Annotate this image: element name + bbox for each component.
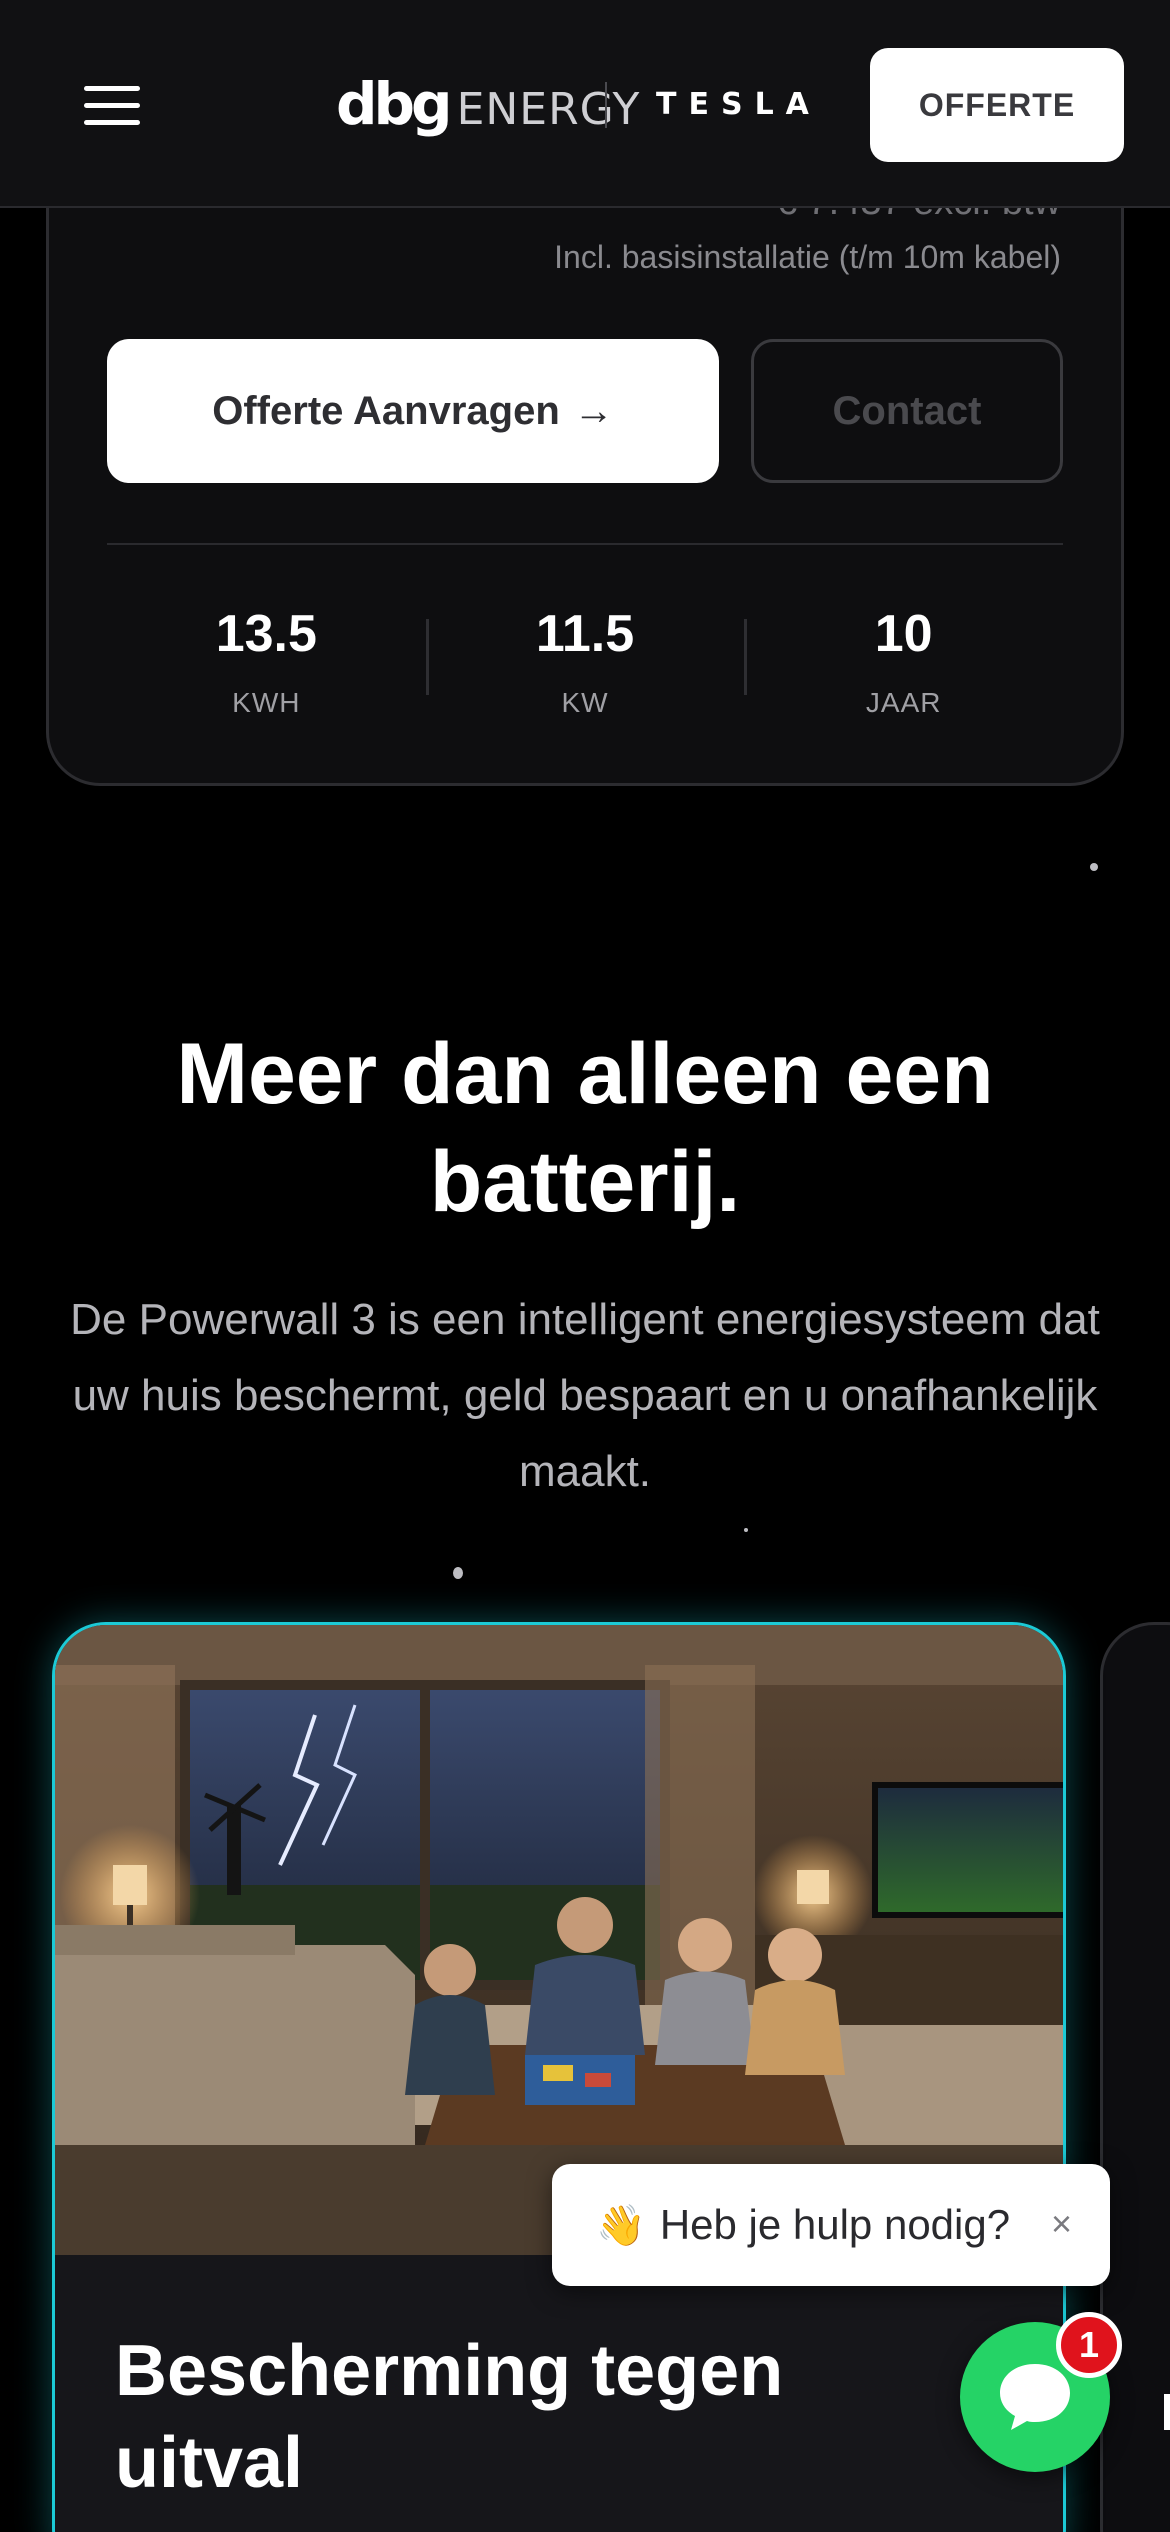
stat-capacity: 13.5 KWH xyxy=(107,599,426,769)
notification-badge: 1 xyxy=(1056,2312,1122,2378)
tesla-logo: TESLA xyxy=(656,87,821,122)
stat-warranty: 10 JAAR xyxy=(744,599,1063,769)
hamburger-icon[interactable] xyxy=(84,86,140,126)
stat-value: 11.5 xyxy=(535,605,635,663)
price-note: Incl. basisinstallatie (t/m 10m kabel) xyxy=(554,239,1061,275)
feature-card[interactable]: Bescherming tegen uitval xyxy=(52,1622,1066,2532)
logo-divider xyxy=(605,82,607,128)
stat-label: KWH xyxy=(232,687,301,718)
family-storm-scene-image xyxy=(55,1625,1063,2255)
stat-label: JAAR xyxy=(865,687,942,718)
section-title: Meer dan alleen een batterij. xyxy=(176,1026,994,1230)
chat-prompt-text: Heb je hulp nodig? xyxy=(659,2201,1011,2248)
page: € 7.437 excl. btw Incl. basisinstallatie… xyxy=(0,0,1170,2532)
particle-dot xyxy=(453,1567,463,1579)
close-icon[interactable]: × xyxy=(1051,2204,1072,2244)
next-feature-card[interactable] xyxy=(1100,1622,1170,2532)
header-quote-button[interactable]: OFFERTE xyxy=(870,48,1124,162)
feature-title: Bescherming tegen uitval xyxy=(115,2331,784,2503)
particle-dot xyxy=(744,1528,748,1532)
wave-icon: 👋 xyxy=(596,2203,646,2248)
spec-stats: 13.5 KWH 11.5 KW 10 JAAR xyxy=(107,599,1063,769)
divider xyxy=(107,543,1063,545)
request-quote-label: Offerte Aanvragen xyxy=(212,388,560,433)
stat-value: 10 xyxy=(874,605,933,663)
scroll-edge-indicator xyxy=(1164,2394,1170,2430)
contact-button[interactable]: Contact xyxy=(751,339,1063,483)
logo-energy-text: ENERGY xyxy=(456,84,641,135)
arrow-right-icon: → xyxy=(573,388,614,433)
chat-bubble-icon xyxy=(1000,2364,1070,2430)
stat-label: KW xyxy=(561,687,609,718)
particle-dot xyxy=(1090,863,1098,871)
stat-power: 11.5 KW xyxy=(425,599,745,769)
section-subtitle: De Powerwall 3 is een intelligent energi… xyxy=(70,1295,1100,1496)
site-header: dbg ENERGY TESLA OFFERTE xyxy=(0,0,1170,208)
dbg-energy-logo[interactable]: dbg ENERGY xyxy=(336,72,640,136)
logo-dbg-text: dbg xyxy=(336,70,453,138)
request-quote-button[interactable]: Offerte Aanvragen → xyxy=(107,339,719,483)
chat-prompt[interactable]: 👋 Heb je hulp nodig? × xyxy=(552,2164,1110,2286)
stat-value: 13.5 xyxy=(215,605,317,663)
